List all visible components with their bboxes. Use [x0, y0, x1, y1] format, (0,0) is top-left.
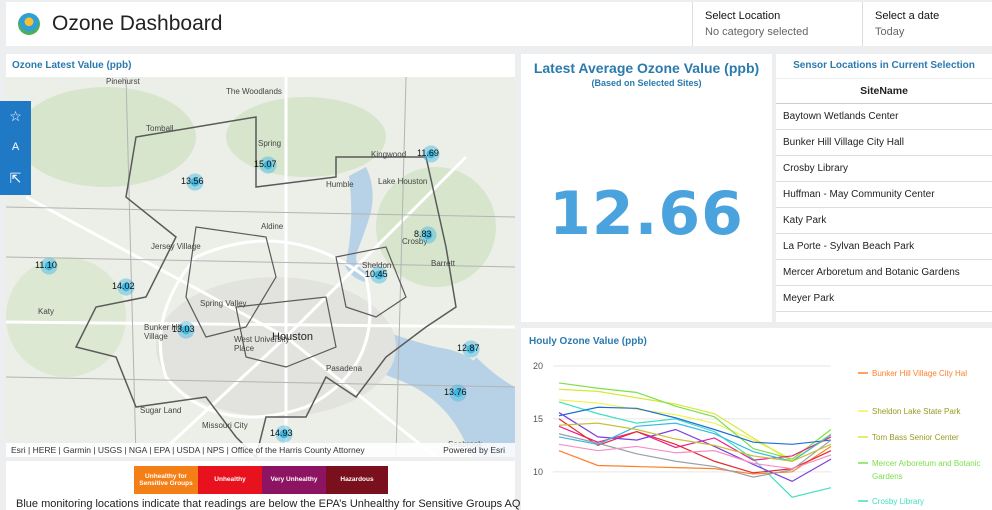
aqi-unhealthy-swatch: Unhealthy [198, 466, 262, 494]
sites-table-panel: Sensor Locations in Current Selection Si… [776, 54, 992, 322]
sensor-marker[interactable]: 8.83 [414, 225, 438, 245]
legend-label: Mercer Arboretum and Botanic Gardens [872, 459, 981, 481]
sensor-marker-value: 8.83 [414, 229, 432, 239]
site-row[interactable]: Huffman - May Community Center [776, 182, 992, 208]
app-title: Ozone Dashboard [52, 12, 223, 35]
sensor-marker-value: 14.93 [270, 428, 293, 438]
place-label: Sugar Land [140, 406, 182, 415]
location-selector-value: No category selected [705, 26, 809, 38]
sensor-marker-value: 11.10 [35, 260, 57, 270]
kpi-value: 12.66 [549, 179, 744, 249]
place-label: Lake Houston [378, 177, 428, 186]
sensor-marker[interactable]: 12.87 [457, 339, 481, 359]
sensor-marker-value: 11.69 [417, 148, 439, 158]
sensor-marker-value: 12.87 [457, 343, 480, 353]
site-row[interactable]: Mercer Arboretum and Botanic Gardens [776, 260, 992, 286]
site-row[interactable]: Katy Park [776, 208, 992, 234]
site-row[interactable]: Meyer Park [776, 286, 992, 312]
aqi-usg-swatch: Unhealthy for Sensitive Groups [134, 466, 198, 494]
sensor-marker[interactable]: 13.03 [172, 320, 196, 340]
place-label: Spring Valley [200, 299, 247, 308]
green-area [226, 97, 386, 177]
app-header: Ozone Dashboard Select Location No categ… [6, 2, 992, 46]
kpi-title: Latest Average Ozone Value (ppb) [533, 60, 760, 76]
site-row[interactable]: Bunker Hill Village City Hall [776, 130, 992, 156]
map-panel-header: Ozone Latest Value (ppb) [6, 54, 515, 77]
legend-label: Sheldon Lake State Park [872, 407, 962, 416]
share-icon[interactable]: ⇱ [8, 171, 23, 186]
hourly-ozone-chart[interactable]: 10 15 20 Bunker Hill Village City Hal Sheldo… [521, 328, 992, 510]
sensor-marker-value: 13.76 [444, 387, 467, 397]
sensor-marker[interactable]: 13.76 [444, 383, 468, 403]
sensor-marker[interactable]: 14.02 [112, 277, 136, 297]
legend-label: Crosby Library [872, 497, 924, 506]
place-label: Tomball [146, 124, 174, 133]
place-label: Houston [272, 331, 313, 343]
place-label: Barrett [431, 259, 456, 268]
sensor-marker-value: 13.03 [172, 324, 195, 334]
place-label: Kingwood [371, 150, 407, 159]
series-line[interactable] [558, 418, 832, 474]
map-title: Ozone Latest Value (ppb) [12, 60, 132, 71]
series-line[interactable] [558, 382, 832, 460]
powered-by-esri[interactable]: Powered by Esri [443, 445, 505, 455]
map-attribution: Esri | HERE | Garmin | USGS | NGA | EPA … [6, 443, 515, 457]
place-label: Missouri City [202, 421, 248, 430]
place-label: Jersey Village [151, 242, 201, 251]
green-area [16, 87, 196, 187]
place-label: Humble [326, 180, 354, 189]
place-label: Katy [38, 307, 55, 316]
place-label: Aldine [261, 222, 284, 231]
aqi-legend-text: Blue monitoring locations indicate that … [16, 498, 550, 510]
sensor-marker[interactable]: 13.56 [181, 172, 205, 192]
aqi-hazardous-swatch: Hazardous [326, 466, 388, 494]
legend-label: Tom Bass Senior Center [872, 433, 959, 442]
kpi-panel: Latest Average Ozone Value (ppb) (Based … [521, 54, 772, 322]
sensor-marker-value: 10.45 [365, 269, 388, 279]
sites-table-title: Sensor Locations in Current Selection [793, 60, 975, 71]
legend-label: Bunker Hill Village City Hal [872, 369, 967, 378]
y-tick-label: 15 [533, 414, 543, 424]
y-tick-label: 20 [533, 361, 543, 371]
place-label: Spring [258, 139, 282, 148]
site-row[interactable]: Baytown Wetlands Center [776, 104, 992, 130]
kpi-subtitle: (Based on Selected Sites) [591, 78, 702, 88]
sensor-marker[interactable]: 11.10 [35, 256, 59, 276]
star-icon[interactable]: ☆ [8, 109, 23, 124]
translate-icon[interactable]: A [8, 140, 23, 155]
sensor-marker[interactable]: 15.07 [254, 155, 278, 175]
date-selector[interactable]: Select a date Today [862, 2, 992, 46]
ozone-map[interactable]: Pinehurst The Woodlands Tomball Spring Kingw… [6, 77, 515, 457]
app-logo-icon [18, 13, 40, 35]
date-selector-label: Select a date [875, 10, 940, 22]
sensor-marker-value: 15.07 [254, 159, 277, 169]
attribution-text: Esri | HERE | Garmin | USGS | NGA | EPA … [11, 445, 365, 455]
date-selector-value: Today [875, 26, 905, 38]
place-label: Pinehurst [106, 77, 140, 86]
place-label: The Woodlands [226, 87, 282, 96]
aqi-very-unhealthy-swatch: Very Unhealthy [262, 466, 326, 494]
location-selector-label: Select Location [705, 10, 781, 22]
sensor-marker-value: 14.02 [112, 281, 135, 291]
sensor-marker[interactable]: 11.69 [417, 144, 441, 164]
sensor-marker-value: 13.56 [181, 176, 204, 186]
sites-table-header[interactable]: SiteName [776, 78, 992, 104]
map-toolbar: ☆ A ⇱ [0, 101, 31, 195]
y-tick-label: 10 [533, 467, 543, 477]
series-line[interactable] [558, 401, 832, 498]
sensor-marker[interactable]: 10.45 [365, 265, 389, 285]
hourly-chart-panel: Houly Ozone Value (ppb) 10 15 20 Bunker Hil… [521, 328, 992, 510]
sensor-marker[interactable]: 14.93 [270, 424, 294, 444]
series-line[interactable] [558, 433, 832, 478]
aqi-legend-panel: Unhealthy for Sensitive Groups Unhealthy… [6, 461, 549, 510]
location-selector[interactable]: Select Location No category selected [692, 2, 862, 46]
site-row[interactable]: La Porte - Sylvan Beach Park [776, 234, 992, 260]
site-row[interactable]: Crosby Library [776, 156, 992, 182]
place-label: Pasadena [326, 364, 363, 373]
green-area [6, 257, 126, 377]
